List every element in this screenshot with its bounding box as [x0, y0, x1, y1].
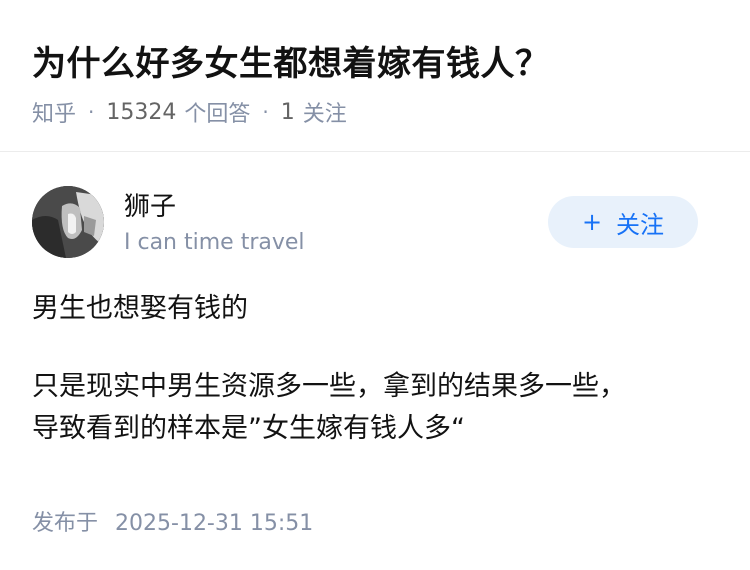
meta-separator: ·	[262, 100, 269, 124]
answer-count: 15324	[106, 99, 177, 125]
meta-separator: ·	[88, 100, 95, 124]
publish-datetime: 2025-12-31 15:51	[115, 511, 314, 536]
question-title[interactable]: 为什么好多女生都想着嫁有钱人？	[32, 36, 550, 85]
publish-label: 发布于	[32, 511, 99, 536]
answer-count-label[interactable]: 个回答	[184, 96, 250, 128]
publish-time: 发布于 2025-12-31 15:51	[32, 505, 313, 537]
follow-button[interactable]: + 关注	[548, 196, 698, 248]
answer-paragraph: 只是现实中男生资源多一些，拿到的结果多一些，	[32, 371, 626, 402]
answer-content: 男生也想娶有钱的 只是现实中男生资源多一些，拿到的结果多一些， 导致看到的样本是…	[32, 288, 722, 450]
author-bio: I can time travel	[124, 230, 305, 255]
source-label[interactable]: 知乎	[32, 96, 76, 128]
answer-paragraph: 导致看到的样本是”女生嫁有钱人多“	[32, 413, 465, 444]
follow-count-label: 关注	[302, 102, 347, 127]
question-header: 为什么好多女生都想着嫁有钱人？ 知乎 · 15324 个回答 · 1 关注	[0, 0, 750, 152]
author-name[interactable]: 狮子	[124, 186, 176, 223]
follow-count: 1	[280, 99, 295, 125]
avatar[interactable]	[32, 186, 104, 258]
plus-icon: +	[581, 208, 603, 236]
question-meta: 知乎 · 15324 个回答 · 1 关注	[32, 96, 347, 128]
answer-paragraph: 男生也想娶有钱的	[32, 293, 248, 324]
follow-button-label: 关注	[616, 210, 665, 239]
user-avatar-photo-icon	[32, 186, 104, 258]
